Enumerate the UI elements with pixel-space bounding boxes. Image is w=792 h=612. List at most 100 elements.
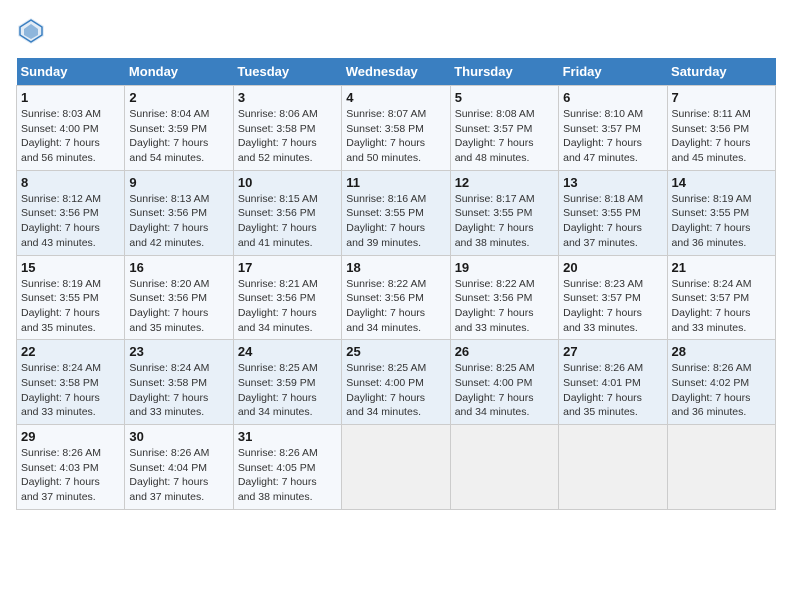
day-number: 25 bbox=[346, 344, 445, 359]
calendar-cell: 25 Sunrise: 8:25 AM Sunset: 4:00 PM Dayl… bbox=[342, 340, 450, 425]
day-number: 12 bbox=[455, 175, 554, 190]
day-number: 24 bbox=[238, 344, 337, 359]
day-number: 15 bbox=[21, 260, 120, 275]
calendar-cell: 31 Sunrise: 8:26 AM Sunset: 4:05 PM Dayl… bbox=[233, 425, 341, 510]
calendar-cell: 20 Sunrise: 8:23 AM Sunset: 3:57 PM Dayl… bbox=[559, 255, 667, 340]
day-info: Sunrise: 8:25 AM Sunset: 3:59 PM Dayligh… bbox=[238, 361, 337, 420]
header-friday: Friday bbox=[559, 58, 667, 86]
day-number: 19 bbox=[455, 260, 554, 275]
logo bbox=[16, 16, 50, 46]
day-info: Sunrise: 8:26 AM Sunset: 4:03 PM Dayligh… bbox=[21, 446, 120, 505]
day-info: Sunrise: 8:03 AM Sunset: 4:00 PM Dayligh… bbox=[21, 107, 120, 166]
header-tuesday: Tuesday bbox=[233, 58, 341, 86]
day-info: Sunrise: 8:17 AM Sunset: 3:55 PM Dayligh… bbox=[455, 192, 554, 251]
day-info: Sunrise: 8:10 AM Sunset: 3:57 PM Dayligh… bbox=[563, 107, 662, 166]
calendar-cell: 27 Sunrise: 8:26 AM Sunset: 4:01 PM Dayl… bbox=[559, 340, 667, 425]
calendar-cell: 2 Sunrise: 8:04 AM Sunset: 3:59 PM Dayli… bbox=[125, 86, 233, 171]
day-info: Sunrise: 8:11 AM Sunset: 3:56 PM Dayligh… bbox=[672, 107, 771, 166]
calendar-week-row: 15 Sunrise: 8:19 AM Sunset: 3:55 PM Dayl… bbox=[17, 255, 776, 340]
day-info: Sunrise: 8:07 AM Sunset: 3:58 PM Dayligh… bbox=[346, 107, 445, 166]
day-info: Sunrise: 8:26 AM Sunset: 4:02 PM Dayligh… bbox=[672, 361, 771, 420]
day-number: 13 bbox=[563, 175, 662, 190]
calendar-week-row: 22 Sunrise: 8:24 AM Sunset: 3:58 PM Dayl… bbox=[17, 340, 776, 425]
calendar-week-row: 1 Sunrise: 8:03 AM Sunset: 4:00 PM Dayli… bbox=[17, 86, 776, 171]
day-info: Sunrise: 8:26 AM Sunset: 4:04 PM Dayligh… bbox=[129, 446, 228, 505]
day-info: Sunrise: 8:22 AM Sunset: 3:56 PM Dayligh… bbox=[346, 277, 445, 336]
day-info: Sunrise: 8:23 AM Sunset: 3:57 PM Dayligh… bbox=[563, 277, 662, 336]
day-number: 3 bbox=[238, 90, 337, 105]
calendar-cell: 13 Sunrise: 8:18 AM Sunset: 3:55 PM Dayl… bbox=[559, 170, 667, 255]
day-info: Sunrise: 8:24 AM Sunset: 3:57 PM Dayligh… bbox=[672, 277, 771, 336]
calendar-cell: 10 Sunrise: 8:15 AM Sunset: 3:56 PM Dayl… bbox=[233, 170, 341, 255]
day-number: 29 bbox=[21, 429, 120, 444]
header-saturday: Saturday bbox=[667, 58, 775, 86]
calendar-week-row: 8 Sunrise: 8:12 AM Sunset: 3:56 PM Dayli… bbox=[17, 170, 776, 255]
page-header bbox=[16, 16, 776, 46]
day-number: 7 bbox=[672, 90, 771, 105]
calendar-cell: 28 Sunrise: 8:26 AM Sunset: 4:02 PM Dayl… bbox=[667, 340, 775, 425]
calendar-cell: 17 Sunrise: 8:21 AM Sunset: 3:56 PM Dayl… bbox=[233, 255, 341, 340]
header-sunday: Sunday bbox=[17, 58, 125, 86]
calendar-cell: 22 Sunrise: 8:24 AM Sunset: 3:58 PM Dayl… bbox=[17, 340, 125, 425]
day-number: 17 bbox=[238, 260, 337, 275]
calendar-cell: 5 Sunrise: 8:08 AM Sunset: 3:57 PM Dayli… bbox=[450, 86, 558, 171]
calendar-cell bbox=[450, 425, 558, 510]
calendar-cell: 18 Sunrise: 8:22 AM Sunset: 3:56 PM Dayl… bbox=[342, 255, 450, 340]
day-number: 6 bbox=[563, 90, 662, 105]
day-number: 14 bbox=[672, 175, 771, 190]
calendar-cell: 26 Sunrise: 8:25 AM Sunset: 4:00 PM Dayl… bbox=[450, 340, 558, 425]
calendar-cell: 7 Sunrise: 8:11 AM Sunset: 3:56 PM Dayli… bbox=[667, 86, 775, 171]
calendar-cell: 11 Sunrise: 8:16 AM Sunset: 3:55 PM Dayl… bbox=[342, 170, 450, 255]
calendar-cell: 30 Sunrise: 8:26 AM Sunset: 4:04 PM Dayl… bbox=[125, 425, 233, 510]
calendar-cell: 6 Sunrise: 8:10 AM Sunset: 3:57 PM Dayli… bbox=[559, 86, 667, 171]
calendar-cell: 14 Sunrise: 8:19 AM Sunset: 3:55 PM Dayl… bbox=[667, 170, 775, 255]
calendar-cell: 21 Sunrise: 8:24 AM Sunset: 3:57 PM Dayl… bbox=[667, 255, 775, 340]
day-number: 16 bbox=[129, 260, 228, 275]
calendar-cell bbox=[342, 425, 450, 510]
logo-icon bbox=[16, 16, 46, 46]
calendar-cell: 3 Sunrise: 8:06 AM Sunset: 3:58 PM Dayli… bbox=[233, 86, 341, 171]
day-number: 22 bbox=[21, 344, 120, 359]
day-info: Sunrise: 8:20 AM Sunset: 3:56 PM Dayligh… bbox=[129, 277, 228, 336]
calendar-cell: 23 Sunrise: 8:24 AM Sunset: 3:58 PM Dayl… bbox=[125, 340, 233, 425]
day-number: 9 bbox=[129, 175, 228, 190]
day-number: 18 bbox=[346, 260, 445, 275]
calendar-cell: 24 Sunrise: 8:25 AM Sunset: 3:59 PM Dayl… bbox=[233, 340, 341, 425]
day-number: 28 bbox=[672, 344, 771, 359]
day-info: Sunrise: 8:19 AM Sunset: 3:55 PM Dayligh… bbox=[21, 277, 120, 336]
header-monday: Monday bbox=[125, 58, 233, 86]
day-info: Sunrise: 8:24 AM Sunset: 3:58 PM Dayligh… bbox=[129, 361, 228, 420]
day-number: 2 bbox=[129, 90, 228, 105]
day-info: Sunrise: 8:24 AM Sunset: 3:58 PM Dayligh… bbox=[21, 361, 120, 420]
day-info: Sunrise: 8:08 AM Sunset: 3:57 PM Dayligh… bbox=[455, 107, 554, 166]
day-info: Sunrise: 8:15 AM Sunset: 3:56 PM Dayligh… bbox=[238, 192, 337, 251]
calendar-cell: 19 Sunrise: 8:22 AM Sunset: 3:56 PM Dayl… bbox=[450, 255, 558, 340]
day-info: Sunrise: 8:19 AM Sunset: 3:55 PM Dayligh… bbox=[672, 192, 771, 251]
calendar-header-row: SundayMondayTuesdayWednesdayThursdayFrid… bbox=[17, 58, 776, 86]
day-number: 20 bbox=[563, 260, 662, 275]
day-info: Sunrise: 8:12 AM Sunset: 3:56 PM Dayligh… bbox=[21, 192, 120, 251]
day-info: Sunrise: 8:04 AM Sunset: 3:59 PM Dayligh… bbox=[129, 107, 228, 166]
day-info: Sunrise: 8:25 AM Sunset: 4:00 PM Dayligh… bbox=[455, 361, 554, 420]
day-number: 26 bbox=[455, 344, 554, 359]
day-info: Sunrise: 8:16 AM Sunset: 3:55 PM Dayligh… bbox=[346, 192, 445, 251]
day-info: Sunrise: 8:26 AM Sunset: 4:01 PM Dayligh… bbox=[563, 361, 662, 420]
day-number: 21 bbox=[672, 260, 771, 275]
day-number: 31 bbox=[238, 429, 337, 444]
header-wednesday: Wednesday bbox=[342, 58, 450, 86]
calendar-cell bbox=[667, 425, 775, 510]
day-info: Sunrise: 8:22 AM Sunset: 3:56 PM Dayligh… bbox=[455, 277, 554, 336]
day-number: 27 bbox=[563, 344, 662, 359]
day-info: Sunrise: 8:18 AM Sunset: 3:55 PM Dayligh… bbox=[563, 192, 662, 251]
calendar-cell: 9 Sunrise: 8:13 AM Sunset: 3:56 PM Dayli… bbox=[125, 170, 233, 255]
day-number: 10 bbox=[238, 175, 337, 190]
calendar-cell: 8 Sunrise: 8:12 AM Sunset: 3:56 PM Dayli… bbox=[17, 170, 125, 255]
calendar-cell bbox=[559, 425, 667, 510]
day-info: Sunrise: 8:06 AM Sunset: 3:58 PM Dayligh… bbox=[238, 107, 337, 166]
calendar-cell: 1 Sunrise: 8:03 AM Sunset: 4:00 PM Dayli… bbox=[17, 86, 125, 171]
calendar-cell: 16 Sunrise: 8:20 AM Sunset: 3:56 PM Dayl… bbox=[125, 255, 233, 340]
calendar-week-row: 29 Sunrise: 8:26 AM Sunset: 4:03 PM Dayl… bbox=[17, 425, 776, 510]
header-thursday: Thursday bbox=[450, 58, 558, 86]
day-number: 4 bbox=[346, 90, 445, 105]
calendar-table: SundayMondayTuesdayWednesdayThursdayFrid… bbox=[16, 58, 776, 510]
